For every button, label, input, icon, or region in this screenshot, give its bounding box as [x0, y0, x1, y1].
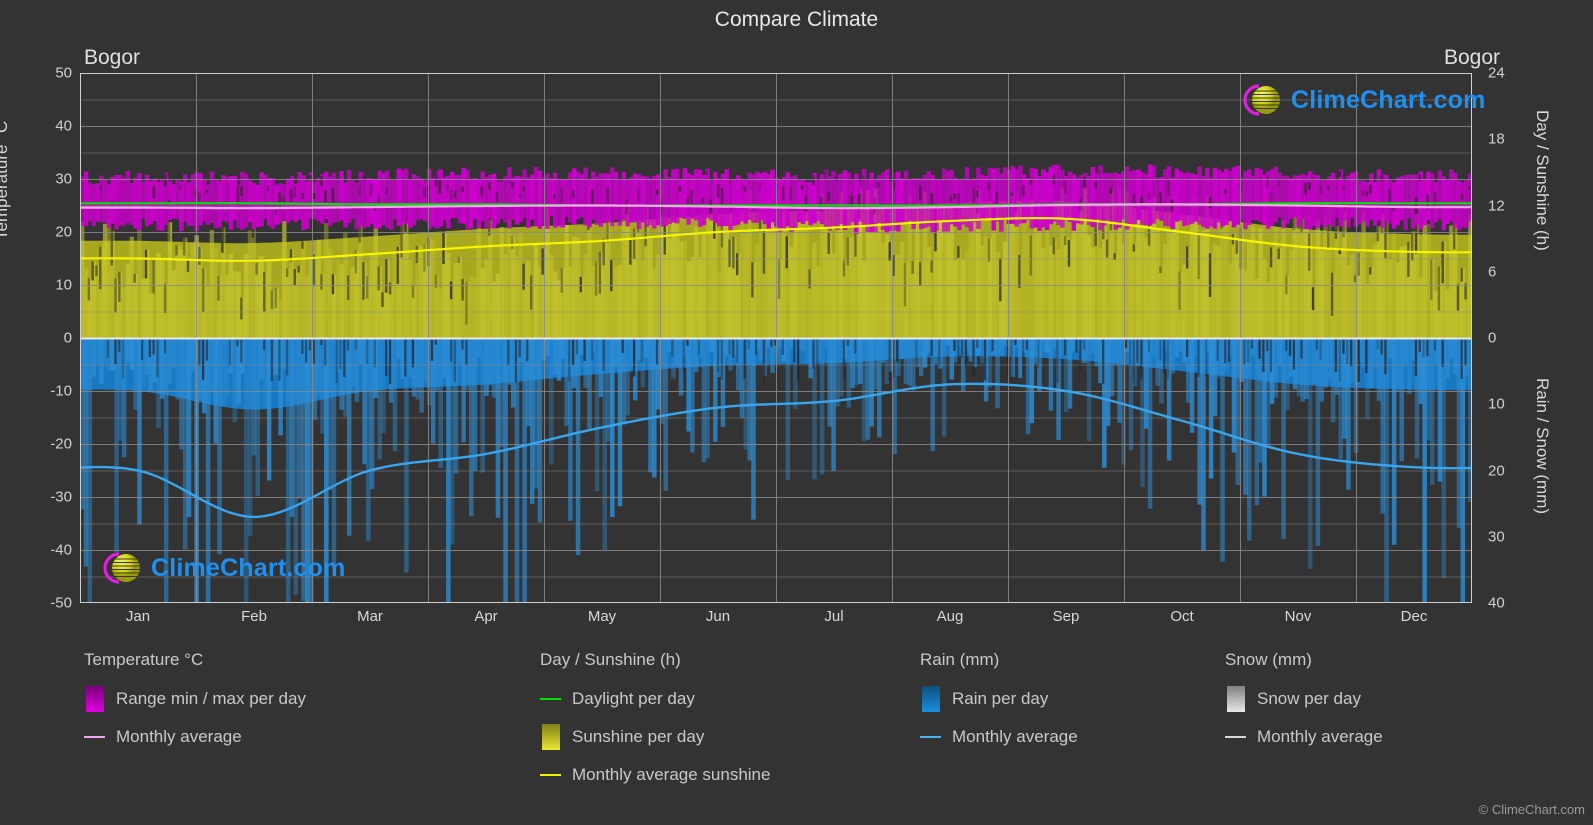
chart-plot-area[interactable] — [80, 73, 1472, 603]
x-tick-aug: Aug — [936, 608, 964, 625]
legend-item-label: Monthly average sunshine — [572, 765, 771, 784]
legend-item-label: Monthly average — [952, 727, 1078, 746]
y-axis-label-rain-snow: Rain / Snow (mm) — [1533, 378, 1552, 515]
legend-swatch-icon — [541, 724, 560, 750]
copyright-text: © ClimeChart.com — [1478, 802, 1585, 817]
climate-chart-page: Compare Climate Bogor Bogor Temperature … — [0, 0, 1593, 825]
y-tick-right-rain: 40 — [1488, 594, 1505, 612]
y-tick-left: 40 — [55, 117, 72, 135]
y-tick-right-rain: 30 — [1488, 528, 1505, 546]
y-tick-right-sunshine: 0 — [1488, 329, 1497, 347]
y-axis-label-temperature: Temperature °C — [0, 120, 11, 240]
legend-group-title: Temperature °C — [84, 650, 204, 669]
x-tick-feb: Feb — [241, 608, 267, 625]
y-tick-left: 10 — [55, 276, 72, 294]
y-tick-right-sunshine: 6 — [1488, 263, 1497, 281]
y-tick-left: 50 — [55, 64, 72, 82]
chart-svg — [80, 73, 1472, 603]
climechart-logo-icon — [93, 548, 151, 588]
page-title: Compare Climate — [714, 8, 879, 31]
y-tick-left: -10 — [50, 382, 72, 400]
x-tick-sep: Sep — [1052, 608, 1080, 625]
legend-group-snow-mm: Snow (mm) Snow per day Monthly average — [1225, 650, 1383, 760]
y-tick-right-sunshine: 24 — [1488, 64, 1505, 82]
legend-item-label: Rain per day — [952, 689, 1049, 708]
y-axis-label-day-sunshine: Day / Sunshine (h) — [1533, 110, 1552, 251]
x-tick-oct: Oct — [1170, 608, 1194, 625]
legend-item[interactable]: Daylight per day — [540, 684, 770, 714]
climechart-logo-icon — [1233, 80, 1291, 120]
legend-item-label: Monthly average — [1257, 727, 1383, 746]
watermark-logo-top: ClimeChart.com — [1233, 80, 1486, 120]
legend-item[interactable]: Sunshine per day — [540, 722, 770, 752]
y-tick-left: 0 — [63, 329, 72, 347]
x-tick-mar: Mar — [357, 608, 383, 625]
y-tick-left: -30 — [50, 488, 72, 506]
x-tick-nov: Nov — [1284, 608, 1312, 625]
legend-item[interactable]: Snow per day — [1225, 684, 1383, 714]
legend-item[interactable]: Monthly average — [1225, 722, 1383, 752]
legend-item[interactable]: Monthly average sunshine — [540, 760, 770, 790]
legend-line-icon — [1225, 736, 1246, 738]
legend-group-day-sunshine-h: Day / Sunshine (h) Daylight per day Sunshi… — [540, 650, 770, 798]
y-tick-right-rain: 10 — [1488, 395, 1505, 413]
x-tick-may: May — [587, 608, 617, 625]
legend-group-title: Snow (mm) — [1225, 650, 1312, 669]
legend-group-temperature-c: Temperature °C Range min / max per day Mon… — [84, 650, 306, 760]
legend-item[interactable]: Rain per day — [920, 684, 1078, 714]
legend-item-label: Range min / max per day — [116, 689, 306, 708]
legend-item-label: Daylight per day — [572, 689, 695, 708]
legend-swatch-icon — [1226, 686, 1245, 712]
x-tick-jun: Jun — [705, 608, 731, 625]
legend-line-icon — [920, 736, 941, 738]
y-tick-left: 20 — [55, 223, 72, 241]
y-tick-left: -20 — [50, 435, 72, 453]
y-tick-right-sunshine: 18 — [1488, 130, 1505, 148]
x-tick-jul: Jul — [824, 608, 844, 625]
x-tick-dec: Dec — [1400, 608, 1428, 625]
watermark-text: ClimeChart.com — [151, 553, 346, 582]
watermark-logo-bottom: ClimeChart.com — [93, 548, 346, 588]
location-label-left: Bogor — [84, 46, 141, 69]
legend-swatch-icon — [85, 686, 104, 712]
legend-line-icon — [540, 774, 561, 776]
legend-item[interactable]: Monthly average — [84, 722, 306, 752]
y-tick-left: 30 — [55, 170, 72, 188]
legend-item-label: Monthly average — [116, 727, 242, 746]
legend-item[interactable]: Range min / max per day — [84, 684, 306, 714]
legend-line-icon — [84, 736, 105, 738]
y-tick-left: -50 — [50, 594, 72, 612]
watermark-text: ClimeChart.com — [1291, 85, 1486, 114]
legend-group-title: Day / Sunshine (h) — [540, 650, 681, 669]
legend-group-title: Rain (mm) — [920, 650, 1000, 669]
y-tick-left: -40 — [50, 541, 72, 559]
chart-legend: Temperature °C Range min / max per day Mon… — [0, 650, 1593, 825]
x-tick-apr: Apr — [474, 608, 498, 625]
x-tick-jan: Jan — [125, 608, 151, 625]
legend-item-label: Sunshine per day — [572, 727, 705, 746]
legend-item[interactable]: Monthly average — [920, 722, 1078, 752]
legend-line-icon — [540, 698, 561, 700]
legend-group-rain-mm: Rain (mm) Rain per day Monthly average — [920, 650, 1078, 760]
legend-item-label: Snow per day — [1257, 689, 1361, 708]
legend-swatch-icon — [921, 686, 940, 712]
y-tick-right-sunshine: 12 — [1488, 197, 1505, 214]
y-tick-right-rain: 20 — [1488, 462, 1505, 479]
